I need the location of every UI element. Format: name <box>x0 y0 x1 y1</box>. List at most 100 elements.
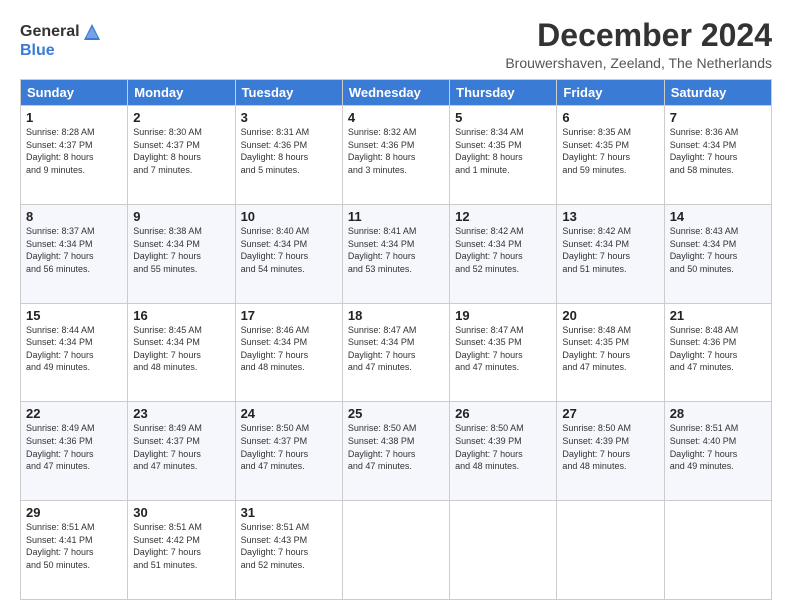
day-number: 19 <box>455 308 551 323</box>
calendar-cell: 27Sunrise: 8:50 AM Sunset: 4:39 PM Dayli… <box>557 402 664 501</box>
week-row-1: 1Sunrise: 8:28 AM Sunset: 4:37 PM Daylig… <box>21 106 772 205</box>
day-info: Sunrise: 8:38 AM Sunset: 4:34 PM Dayligh… <box>133 225 229 275</box>
day-info: Sunrise: 8:40 AM Sunset: 4:34 PM Dayligh… <box>241 225 337 275</box>
day-number: 12 <box>455 209 551 224</box>
day-number: 5 <box>455 110 551 125</box>
calendar-cell <box>450 501 557 600</box>
day-number: 29 <box>26 505 122 520</box>
day-number: 31 <box>241 505 337 520</box>
day-number: 10 <box>241 209 337 224</box>
calendar-cell: 10Sunrise: 8:40 AM Sunset: 4:34 PM Dayli… <box>235 204 342 303</box>
day-info: Sunrise: 8:42 AM Sunset: 4:34 PM Dayligh… <box>562 225 658 275</box>
day-number: 15 <box>26 308 122 323</box>
day-info: Sunrise: 8:37 AM Sunset: 4:34 PM Dayligh… <box>26 225 122 275</box>
logo-icon <box>82 22 102 42</box>
day-info: Sunrise: 8:51 AM Sunset: 4:42 PM Dayligh… <box>133 521 229 571</box>
day-number: 22 <box>26 406 122 421</box>
day-info: Sunrise: 8:45 AM Sunset: 4:34 PM Dayligh… <box>133 324 229 374</box>
day-info: Sunrise: 8:50 AM Sunset: 4:39 PM Dayligh… <box>562 422 658 472</box>
calendar-cell: 11Sunrise: 8:41 AM Sunset: 4:34 PM Dayli… <box>342 204 449 303</box>
calendar-cell: 31Sunrise: 8:51 AM Sunset: 4:43 PM Dayli… <box>235 501 342 600</box>
calendar-cell: 7Sunrise: 8:36 AM Sunset: 4:34 PM Daylig… <box>664 106 771 205</box>
calendar-page: General Blue December 2024 Brouwershaven… <box>0 0 792 612</box>
day-info: Sunrise: 8:48 AM Sunset: 4:36 PM Dayligh… <box>670 324 766 374</box>
calendar-cell: 24Sunrise: 8:50 AM Sunset: 4:37 PM Dayli… <box>235 402 342 501</box>
logo: General Blue <box>20 22 102 60</box>
day-number: 25 <box>348 406 444 421</box>
calendar-cell: 14Sunrise: 8:43 AM Sunset: 4:34 PM Dayli… <box>664 204 771 303</box>
day-info: Sunrise: 8:51 AM Sunset: 4:41 PM Dayligh… <box>26 521 122 571</box>
day-number: 28 <box>670 406 766 421</box>
calendar-cell: 1Sunrise: 8:28 AM Sunset: 4:37 PM Daylig… <box>21 106 128 205</box>
day-number: 6 <box>562 110 658 125</box>
day-info: Sunrise: 8:46 AM Sunset: 4:34 PM Dayligh… <box>241 324 337 374</box>
calendar-cell: 20Sunrise: 8:48 AM Sunset: 4:35 PM Dayli… <box>557 303 664 402</box>
header: General Blue December 2024 Brouwershaven… <box>20 18 772 71</box>
week-row-5: 29Sunrise: 8:51 AM Sunset: 4:41 PM Dayli… <box>21 501 772 600</box>
day-info: Sunrise: 8:42 AM Sunset: 4:34 PM Dayligh… <box>455 225 551 275</box>
calendar-cell <box>342 501 449 600</box>
day-info: Sunrise: 8:48 AM Sunset: 4:35 PM Dayligh… <box>562 324 658 374</box>
day-number: 9 <box>133 209 229 224</box>
calendar-cell: 21Sunrise: 8:48 AM Sunset: 4:36 PM Dayli… <box>664 303 771 402</box>
day-info: Sunrise: 8:47 AM Sunset: 4:34 PM Dayligh… <box>348 324 444 374</box>
day-number: 24 <box>241 406 337 421</box>
calendar-cell: 2Sunrise: 8:30 AM Sunset: 4:37 PM Daylig… <box>128 106 235 205</box>
day-info: Sunrise: 8:50 AM Sunset: 4:39 PM Dayligh… <box>455 422 551 472</box>
day-number: 13 <box>562 209 658 224</box>
calendar-cell: 25Sunrise: 8:50 AM Sunset: 4:38 PM Dayli… <box>342 402 449 501</box>
week-row-3: 15Sunrise: 8:44 AM Sunset: 4:34 PM Dayli… <box>21 303 772 402</box>
calendar-cell: 3Sunrise: 8:31 AM Sunset: 4:36 PM Daylig… <box>235 106 342 205</box>
calendar-cell: 9Sunrise: 8:38 AM Sunset: 4:34 PM Daylig… <box>128 204 235 303</box>
day-number: 8 <box>26 209 122 224</box>
day-number: 11 <box>348 209 444 224</box>
day-info: Sunrise: 8:32 AM Sunset: 4:36 PM Dayligh… <box>348 126 444 176</box>
day-info: Sunrise: 8:47 AM Sunset: 4:35 PM Dayligh… <box>455 324 551 374</box>
day-number: 17 <box>241 308 337 323</box>
calendar-cell: 12Sunrise: 8:42 AM Sunset: 4:34 PM Dayli… <box>450 204 557 303</box>
calendar-cell: 22Sunrise: 8:49 AM Sunset: 4:36 PM Dayli… <box>21 402 128 501</box>
title-section: December 2024 Brouwershaven, Zeeland, Th… <box>505 18 772 71</box>
day-info: Sunrise: 8:49 AM Sunset: 4:36 PM Dayligh… <box>26 422 122 472</box>
calendar-cell: 29Sunrise: 8:51 AM Sunset: 4:41 PM Dayli… <box>21 501 128 600</box>
day-number: 27 <box>562 406 658 421</box>
calendar-cell: 8Sunrise: 8:37 AM Sunset: 4:34 PM Daylig… <box>21 204 128 303</box>
day-info: Sunrise: 8:43 AM Sunset: 4:34 PM Dayligh… <box>670 225 766 275</box>
calendar-cell: 18Sunrise: 8:47 AM Sunset: 4:34 PM Dayli… <box>342 303 449 402</box>
logo-blue: Blue <box>20 42 55 60</box>
calendar-cell: 15Sunrise: 8:44 AM Sunset: 4:34 PM Dayli… <box>21 303 128 402</box>
day-info: Sunrise: 8:49 AM Sunset: 4:37 PM Dayligh… <box>133 422 229 472</box>
month-title: December 2024 <box>505 18 772 53</box>
day-number: 3 <box>241 110 337 125</box>
location-subtitle: Brouwershaven, Zeeland, The Netherlands <box>505 55 772 71</box>
calendar-cell <box>664 501 771 600</box>
day-number: 26 <box>455 406 551 421</box>
day-number: 16 <box>133 308 229 323</box>
weekday-header-friday: Friday <box>557 80 664 106</box>
day-number: 4 <box>348 110 444 125</box>
weekday-header-saturday: Saturday <box>664 80 771 106</box>
day-info: Sunrise: 8:35 AM Sunset: 4:35 PM Dayligh… <box>562 126 658 176</box>
logo-general: General <box>20 23 80 41</box>
day-info: Sunrise: 8:44 AM Sunset: 4:34 PM Dayligh… <box>26 324 122 374</box>
day-info: Sunrise: 8:28 AM Sunset: 4:37 PM Dayligh… <box>26 126 122 176</box>
day-number: 14 <box>670 209 766 224</box>
day-number: 23 <box>133 406 229 421</box>
calendar-cell: 23Sunrise: 8:49 AM Sunset: 4:37 PM Dayli… <box>128 402 235 501</box>
calendar-cell: 4Sunrise: 8:32 AM Sunset: 4:36 PM Daylig… <box>342 106 449 205</box>
weekday-header-monday: Monday <box>128 80 235 106</box>
calendar-cell: 17Sunrise: 8:46 AM Sunset: 4:34 PM Dayli… <box>235 303 342 402</box>
day-info: Sunrise: 8:30 AM Sunset: 4:37 PM Dayligh… <box>133 126 229 176</box>
day-number: 7 <box>670 110 766 125</box>
calendar-cell: 13Sunrise: 8:42 AM Sunset: 4:34 PM Dayli… <box>557 204 664 303</box>
calendar-cell: 6Sunrise: 8:35 AM Sunset: 4:35 PM Daylig… <box>557 106 664 205</box>
weekday-header-tuesday: Tuesday <box>235 80 342 106</box>
weekday-header-sunday: Sunday <box>21 80 128 106</box>
header-row: SundayMondayTuesdayWednesdayThursdayFrid… <box>21 80 772 106</box>
calendar-cell: 16Sunrise: 8:45 AM Sunset: 4:34 PM Dayli… <box>128 303 235 402</box>
day-info: Sunrise: 8:50 AM Sunset: 4:38 PM Dayligh… <box>348 422 444 472</box>
day-number: 2 <box>133 110 229 125</box>
calendar-cell: 19Sunrise: 8:47 AM Sunset: 4:35 PM Dayli… <box>450 303 557 402</box>
weekday-header-thursday: Thursday <box>450 80 557 106</box>
day-info: Sunrise: 8:36 AM Sunset: 4:34 PM Dayligh… <box>670 126 766 176</box>
